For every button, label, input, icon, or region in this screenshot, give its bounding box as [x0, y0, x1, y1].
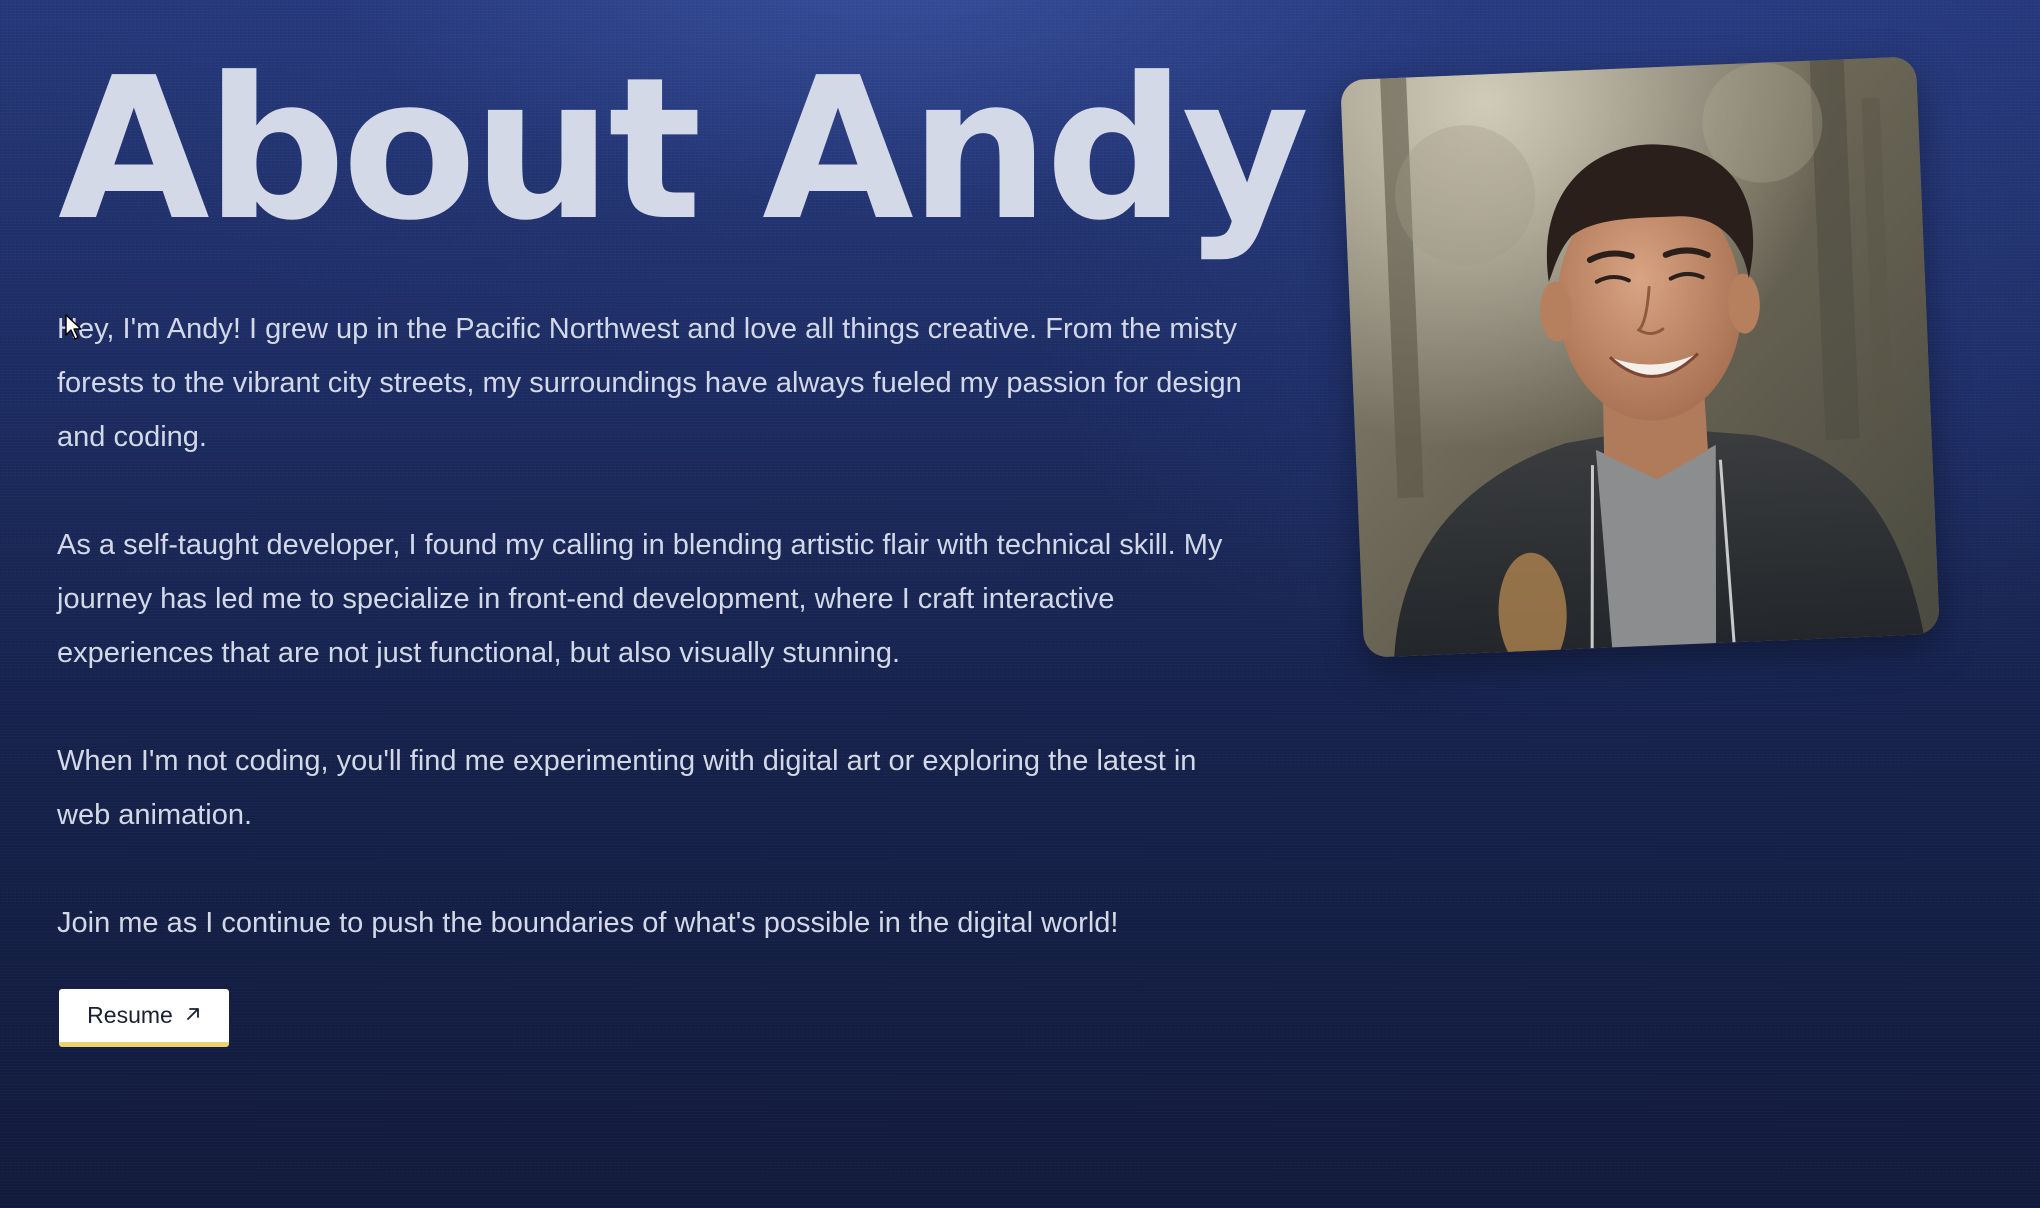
mouse-cursor-icon — [65, 314, 82, 340]
bio-paragraph: As a self-taught developer, I found my c… — [57, 529, 1223, 669]
portrait-photo — [1340, 56, 1940, 658]
bio-paragraph: When I'm not coding, you'll find me expe… — [57, 745, 1197, 831]
arrow-up-right-icon — [185, 1006, 201, 1026]
resume-button[interactable]: Resume — [59, 989, 229, 1047]
resume-button-label: Resume — [87, 1002, 173, 1028]
bio-section: Hey, I'm Andy! I grew up in the Pacific … — [57, 302, 1247, 950]
bio-paragraph: Join me as I continue to push the bounda… — [57, 907, 1119, 939]
bio-paragraph: Hey, I'm Andy! I grew up in the Pacific … — [57, 313, 1242, 453]
page-title: About Andy — [58, 36, 1309, 264]
